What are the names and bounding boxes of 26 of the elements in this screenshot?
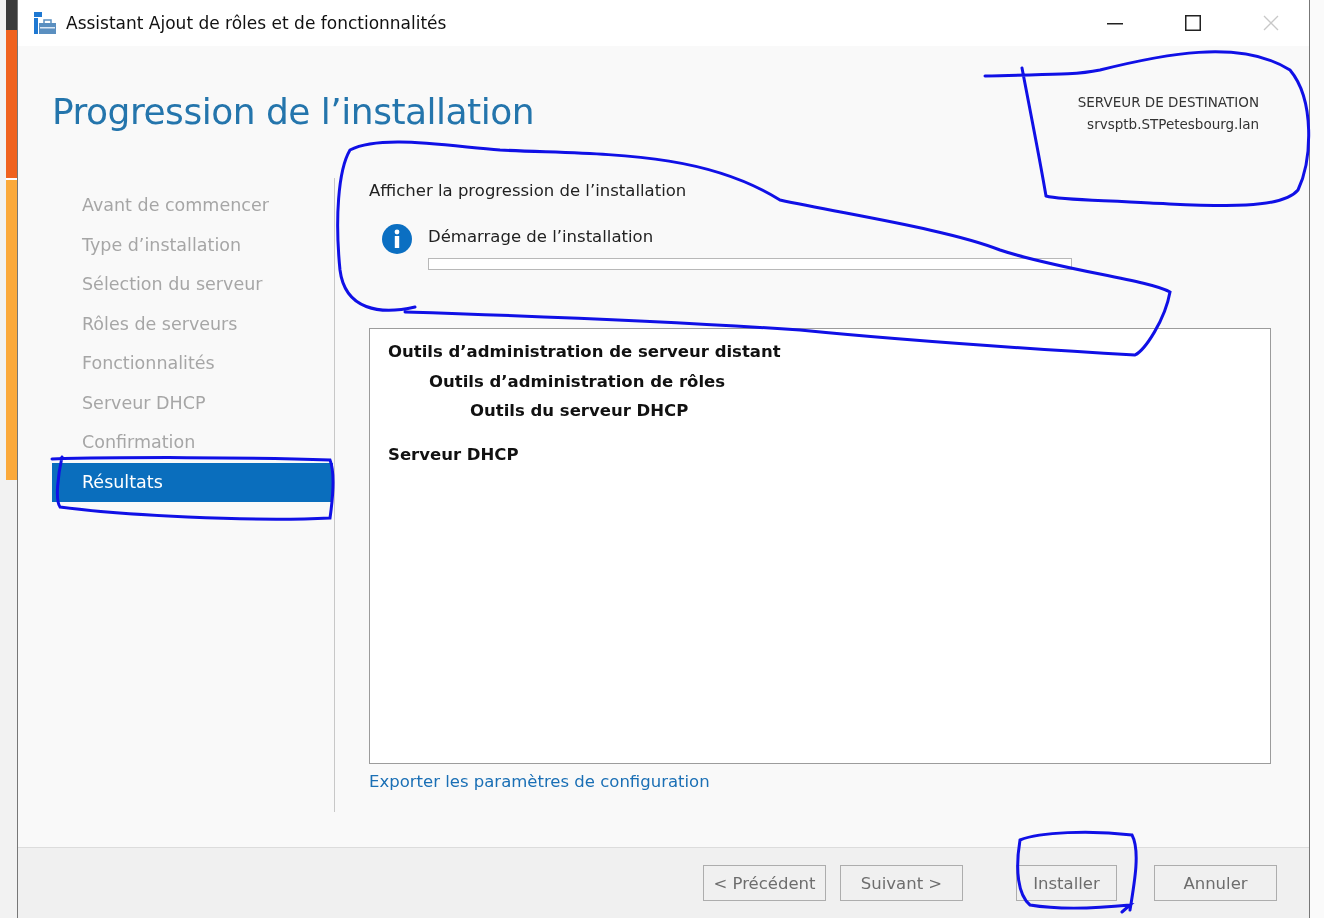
destination-server: srvsptb.STPetesbourg.lan xyxy=(1087,115,1259,134)
result-item: Outils d’administration de rôles xyxy=(429,370,727,393)
result-item: Serveur DHCP xyxy=(388,443,520,466)
toolbox-icon xyxy=(33,11,57,35)
wizard-step[interactable]: Sélection du serveur xyxy=(52,265,333,305)
wizard-button[interactable]: Installer xyxy=(1016,865,1117,901)
section-heading: Afficher la progression de l’installation xyxy=(369,181,688,200)
window-title: Assistant Ajout de rôles et de fonctionnalités xyxy=(66,13,448,33)
export-link[interactable]: Exporter les paramètres de configuration xyxy=(369,772,710,791)
wizard-step[interactable]: Fonctionnalités xyxy=(52,344,333,384)
wizard-step[interactable]: Type d’installation xyxy=(52,225,333,265)
wizard-button[interactable]: Annuler xyxy=(1154,865,1277,901)
wizard-step[interactable]: Serveur DHCP xyxy=(52,383,333,423)
wizard-step[interactable]: Confirmation xyxy=(52,423,333,463)
wizard-step[interactable]: Résultats xyxy=(52,462,333,502)
info-icon xyxy=(382,224,412,254)
result-item: Outils du serveur DHCP xyxy=(470,400,690,422)
maximize-icon[interactable] xyxy=(1185,15,1201,31)
wizard-button[interactable]: < Précédent xyxy=(703,865,826,901)
wizard-step[interactable]: Avant de commencer xyxy=(52,186,333,226)
page-title: Progression de l’installation xyxy=(52,91,535,132)
wizard-button[interactable]: Suivant > xyxy=(840,865,963,901)
destination-label: SERVEUR DE DESTINATION xyxy=(1077,93,1259,112)
status-message: Démarrage de l’installation xyxy=(428,227,655,246)
wizard-step[interactable]: Rôles de serveurs xyxy=(52,304,333,344)
result-item: Outils d’administration de serveur distant xyxy=(388,341,782,363)
